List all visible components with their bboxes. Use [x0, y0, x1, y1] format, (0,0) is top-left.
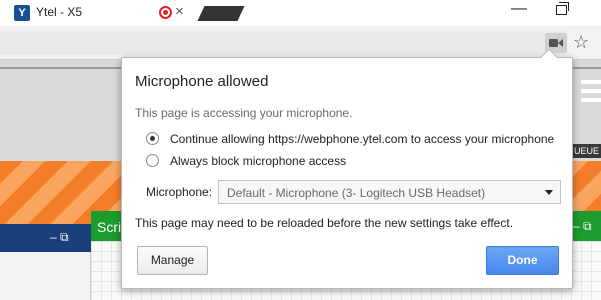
ytel-logo-icon: Y [14, 5, 30, 21]
tab-ytel[interactable]: Y Ytel - X5 × [0, 0, 196, 26]
left-panel-body [0, 252, 91, 300]
microphone-label: Microphone: [146, 185, 213, 199]
continue-allowing-label[interactable]: Continue allowing https://webphone.ytel.… [170, 132, 554, 146]
always-block-label[interactable]: Always block microphone access [170, 154, 346, 168]
microphone-select-value: Default - Microphone (3- Logitech USB He… [227, 186, 486, 200]
window-minimize-icon[interactable]: — [511, 0, 527, 18]
left-panel-header [0, 224, 91, 252]
recording-indicator-icon [159, 6, 172, 19]
tab-strip: Y Ytel - X5 × — [0, 0, 601, 26]
new-tab-button[interactable] [197, 6, 245, 21]
done-button[interactable]: Done [486, 246, 559, 275]
browser-toolbar: ☆ [0, 26, 601, 60]
always-block-radio[interactable] [146, 154, 159, 167]
tab-close-icon[interactable]: × [175, 3, 184, 20]
hamburger-menu-icon[interactable] [581, 80, 601, 106]
camera-lens-shape [558, 39, 563, 47]
script-panel-title: Scri [97, 219, 122, 235]
microphone-permission-bubble: Microphone allowed This page is accessin… [121, 48, 573, 289]
reload-note: This page may need to be reloaded before… [135, 216, 514, 230]
bubble-title: Microphone allowed [135, 73, 269, 90]
dropdown-caret-icon [545, 190, 553, 195]
address-bar[interactable] [0, 31, 566, 55]
tab-title: Ytel - X5 [36, 5, 83, 19]
bubble-subtitle: This page is accessing your microphone. [135, 106, 353, 120]
microphone-select[interactable]: Default - Microphone (3- Logitech USB He… [218, 180, 561, 204]
window-restore-icon[interactable] [556, 2, 569, 15]
manage-button[interactable]: Manage [137, 246, 208, 275]
camera-body-shape [549, 39, 558, 47]
bookmark-star-icon[interactable]: ☆ [573, 32, 589, 53]
continue-allowing-radio[interactable] [146, 132, 159, 145]
script-panel-controls[interactable]: – ⧉ [573, 219, 592, 234]
left-panel-controls[interactable]: – ⧉ [50, 230, 69, 245]
